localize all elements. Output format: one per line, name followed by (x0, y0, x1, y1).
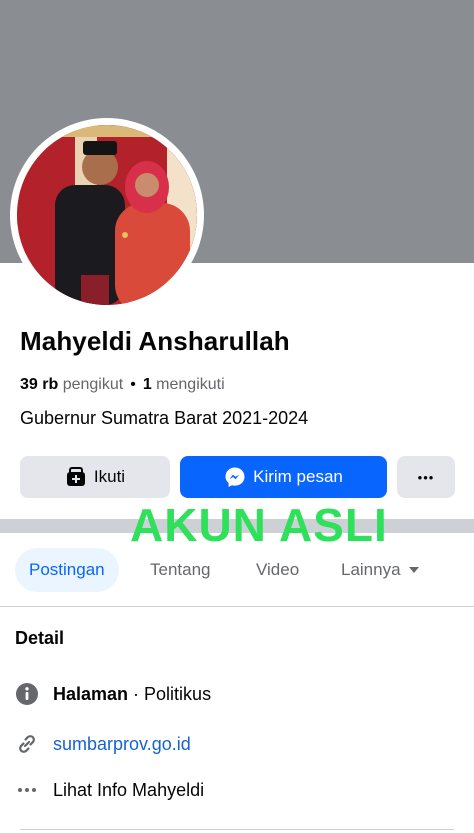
more-options-button[interactable]: ••• (397, 456, 455, 498)
send-message-label: Kirim pesan (253, 467, 343, 486)
tab-about[interactable]: Tentang (150, 548, 211, 592)
tab-video[interactable]: Video (256, 548, 299, 592)
see-info-row[interactable]: Lihat Info Mahyeldi (15, 777, 204, 803)
link-icon (15, 732, 39, 756)
tab-more-label: Lainnya (341, 560, 401, 579)
stats-separator: • (130, 376, 136, 393)
page-category-row: Halaman · Politikus (15, 681, 211, 707)
page-type-label: Halaman (53, 683, 129, 704)
profile-picture[interactable] (17, 125, 197, 305)
website-row[interactable]: sumbarprov.go.id (15, 731, 191, 757)
tabs-divider (0, 606, 474, 607)
see-info-label: Lihat Info Mahyeldi (53, 779, 205, 800)
followers-count: 39 rb (20, 376, 59, 393)
follow-label: Ikuti (93, 467, 126, 486)
page-category: · Politikus (128, 683, 212, 704)
more-dots-icon: ••• (417, 469, 435, 485)
send-message-button[interactable]: Kirim pesan (180, 456, 387, 498)
overlay-caption: AKUN ASLI (130, 499, 388, 551)
profile-bio: Gubernur Sumatra Barat 2021-2024 (20, 408, 309, 428)
following-count: 1 (142, 376, 152, 393)
tab-more[interactable]: Lainnya (341, 548, 419, 592)
person-add-icon (65, 466, 87, 488)
tab-posts[interactable]: Postingan (15, 548, 119, 592)
following-label: mengikuti (156, 376, 225, 393)
follow-button[interactable]: Ikuti (20, 456, 170, 498)
follow-stats[interactable]: 39 rb pengikut • 1 mengikuti (20, 376, 225, 394)
followers-label: pengikut (62, 376, 124, 393)
ellipsis-icon (15, 778, 39, 802)
profile-tabs: Postingan Tentang Video Lainnya (0, 548, 474, 592)
info-icon (15, 682, 39, 706)
caret-down-icon (408, 567, 419, 573)
bottom-divider (20, 829, 454, 830)
profile-name: Mahyeldi Ansharullah (20, 326, 290, 356)
messenger-icon (224, 466, 246, 488)
detail-heading: Detail (15, 628, 65, 648)
website-link[interactable]: sumbarprov.go.id (53, 734, 191, 755)
